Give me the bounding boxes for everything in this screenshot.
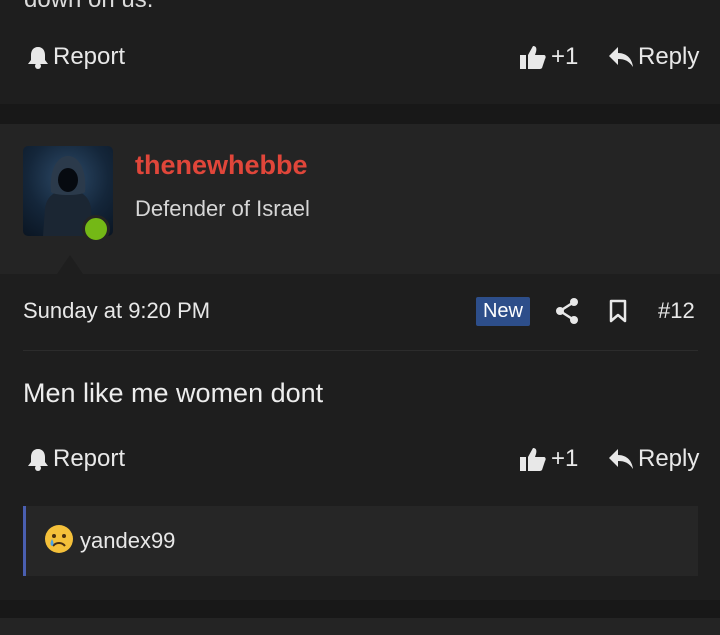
- previous-post-text: down on us.: [24, 0, 153, 14]
- reply-label: Reply: [638, 445, 700, 472]
- post-date[interactable]: Sunday at 9:20 PM: [23, 298, 210, 324]
- thumbs-up-icon: [519, 44, 547, 70]
- like-count: +1: [551, 43, 579, 70]
- username[interactable]: thenewhebbe: [135, 150, 308, 181]
- thumbs-up-icon: [519, 446, 547, 472]
- report-button[interactable]: Report: [27, 43, 125, 71]
- like-button[interactable]: +1: [519, 445, 578, 473]
- like-button[interactable]: +1: [519, 43, 578, 71]
- reply-label: Reply: [638, 43, 700, 70]
- bell-icon: [27, 447, 49, 471]
- meta-divider: [23, 350, 698, 351]
- reply-button[interactable]: Reply: [608, 43, 699, 71]
- new-badge: New: [476, 297, 530, 326]
- report-label: Report: [53, 445, 126, 472]
- bookmark-icon[interactable]: [609, 299, 627, 328]
- reply-arrow-icon: [608, 448, 634, 470]
- post-separator: [0, 104, 720, 124]
- reply-arrow-icon: [608, 46, 634, 68]
- post-message: Men like me women dont: [23, 378, 324, 408]
- reactions-bar[interactable]: yandex99: [23, 506, 698, 576]
- header-pointer: [57, 255, 83, 274]
- online-status-icon: [82, 215, 110, 243]
- next-post-header: [0, 618, 720, 635]
- report-button[interactable]: Report: [27, 445, 125, 473]
- like-count: +1: [551, 445, 579, 472]
- report-label: Report: [53, 43, 126, 70]
- sad-emoji-icon: [44, 524, 74, 559]
- post-number[interactable]: #12: [658, 298, 695, 324]
- reaction-user[interactable]: yandex99: [80, 528, 175, 554]
- share-icon[interactable]: [555, 298, 579, 329]
- reply-button[interactable]: Reply: [608, 445, 699, 473]
- bell-icon: [27, 45, 49, 69]
- user-title: Defender of Israel: [135, 196, 310, 221]
